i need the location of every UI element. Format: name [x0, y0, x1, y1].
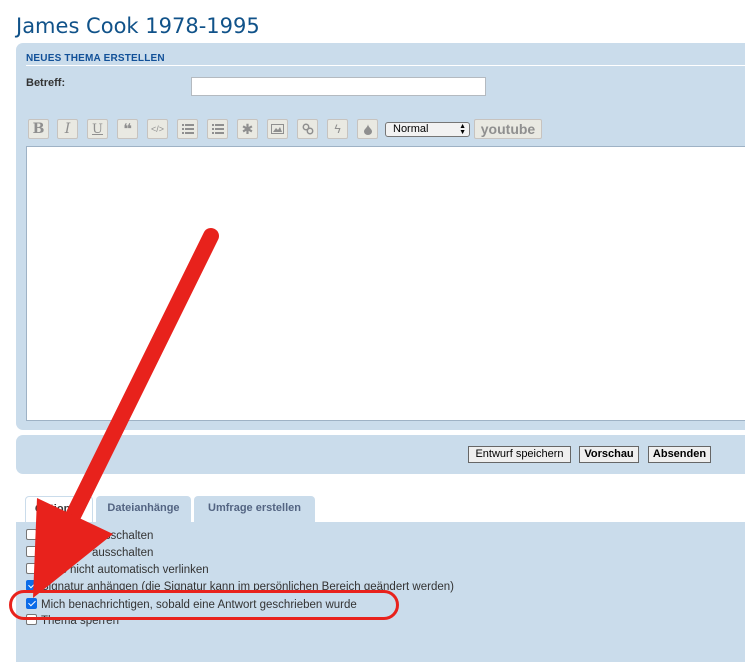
annotation-arrow	[33, 228, 219, 598]
